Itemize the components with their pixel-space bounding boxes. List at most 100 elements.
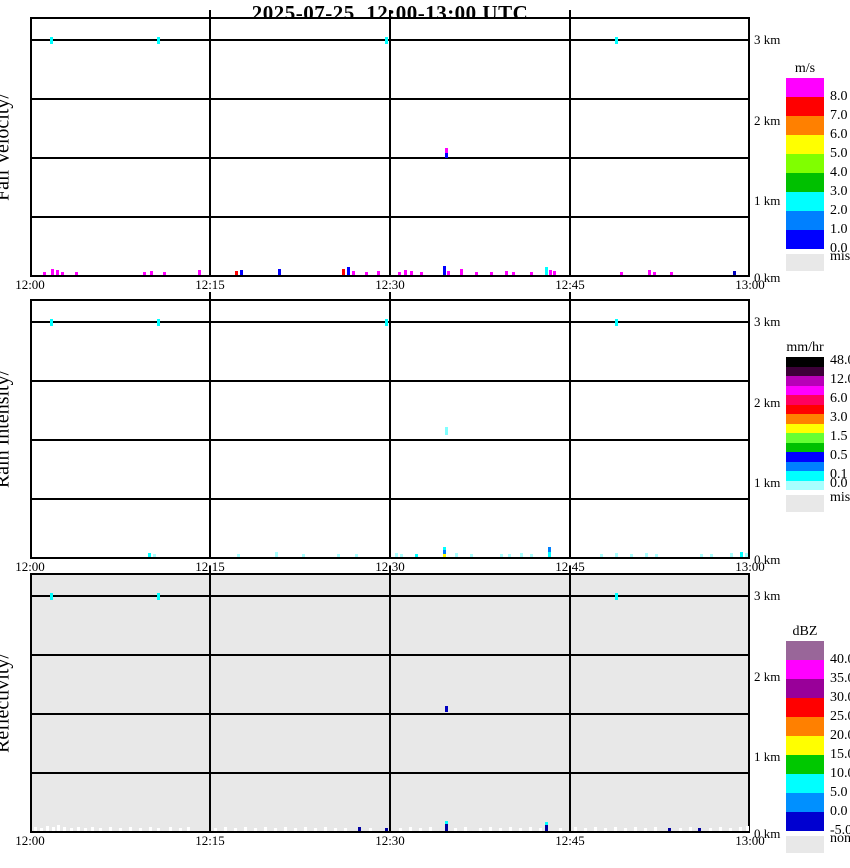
axis-top-tick [209, 292, 211, 299]
data-mark [84, 828, 87, 831]
data-mark [50, 593, 53, 600]
data-mark [668, 828, 671, 831]
data-mark [224, 827, 227, 831]
data-mark [624, 828, 627, 831]
colorbar-band [786, 755, 824, 774]
colorbar-band [786, 357, 824, 367]
axis-top-tick [389, 10, 391, 17]
gridline-vertical [569, 575, 571, 831]
colorbar-band [786, 395, 824, 405]
data-mark [470, 554, 473, 557]
data-mark [385, 828, 388, 831]
y-axis-title-reflectivity: Reflectivity/ [0, 653, 14, 753]
colorbar-label: 8.0 [830, 89, 848, 104]
data-mark [479, 828, 482, 831]
time-tick-label: 13:00 [735, 833, 765, 848]
colorbar-band [786, 366, 824, 376]
colorbar-miss-label: miss [830, 490, 850, 505]
data-mark [529, 827, 532, 831]
colorbar-label: 3.0 [830, 184, 848, 199]
data-mark [278, 269, 281, 275]
gridline-vertical [389, 301, 391, 557]
data-mark [395, 553, 398, 557]
data-mark [415, 554, 418, 557]
data-mark [709, 828, 712, 831]
axis-top-tick [209, 10, 211, 17]
data-mark [143, 272, 146, 275]
colorbar-band [786, 414, 824, 424]
height-tick-label: 1 km [754, 749, 781, 764]
colorbar-band [786, 793, 824, 812]
data-mark [530, 554, 533, 557]
data-mark [157, 37, 160, 44]
data-mark [347, 267, 350, 275]
colorbar-band [786, 480, 824, 490]
data-mark [505, 271, 508, 275]
data-mark [745, 553, 748, 557]
data-mark [475, 272, 478, 275]
colorbar-band [786, 774, 824, 793]
colorbar-band [786, 679, 824, 698]
colorbar-label: 20.0 [830, 728, 850, 743]
panel-fall-velocity: Fall Velocity/3 km 2 km 1 km 0 km 12:00 12:15… [0, 10, 780, 292]
data-mark [545, 822, 548, 825]
colorbar-band [786, 812, 824, 831]
data-mark [730, 553, 733, 557]
height-tick-label: 2 km [754, 113, 781, 128]
colorbar-label: 7.0 [830, 108, 848, 123]
data-mark [56, 270, 59, 275]
data-mark [520, 553, 523, 557]
data-mark [719, 827, 722, 831]
data-mark [530, 272, 533, 275]
data-mark [512, 272, 515, 275]
time-tick-label: 13:00 [735, 277, 765, 292]
data-mark [385, 319, 388, 326]
data-mark [342, 269, 345, 275]
data-mark [129, 827, 132, 831]
colorbar-band [786, 78, 824, 97]
data-mark [169, 827, 172, 831]
data-mark [77, 827, 80, 831]
colorbar-title-fall-velocity: m/s [794, 61, 816, 76]
colorbar-label: 12.0 [830, 372, 850, 387]
data-mark [489, 827, 492, 831]
data-mark [689, 827, 692, 831]
data-mark [645, 553, 648, 557]
colorbar-miss-swatch [786, 254, 824, 271]
time-tick-label: 12:15 [195, 277, 225, 292]
axis-top-tick [569, 566, 571, 573]
data-mark [464, 827, 467, 831]
data-mark [157, 593, 160, 600]
data-mark [198, 270, 201, 275]
data-mark [445, 824, 448, 831]
data-mark [670, 272, 673, 275]
data-mark [70, 828, 73, 831]
data-mark [410, 271, 413, 275]
data-mark [644, 828, 647, 831]
data-mark [352, 271, 355, 275]
data-mark [654, 827, 657, 831]
radar-time-height-plot: 2025-07-25 12:00-13:00 UTC Fall Velocity… [0, 0, 850, 868]
data-mark [490, 272, 493, 275]
data-mark [139, 828, 142, 831]
data-mark [153, 554, 156, 557]
colorbar-label: 5.0 [830, 785, 848, 800]
colorbar-band [786, 433, 824, 443]
data-mark [455, 553, 458, 557]
colorbar-title-reflectivity: dBZ [792, 624, 818, 639]
time-tick-label: 12:45 [555, 833, 585, 848]
colorbar-label: 5.0 [830, 146, 848, 161]
data-mark [244, 827, 247, 831]
data-mark [729, 828, 732, 831]
colorbar-label: 10.0 [830, 766, 850, 781]
data-mark [447, 271, 450, 275]
time-tick-label: 12:00 [15, 833, 45, 848]
data-mark [150, 271, 153, 275]
data-mark [545, 825, 548, 831]
data-mark [499, 828, 502, 831]
colorbar-band [786, 423, 824, 433]
data-mark [519, 828, 522, 831]
colorbar-label: 15.0 [830, 747, 850, 762]
data-mark [549, 270, 552, 275]
data-mark [648, 270, 651, 275]
